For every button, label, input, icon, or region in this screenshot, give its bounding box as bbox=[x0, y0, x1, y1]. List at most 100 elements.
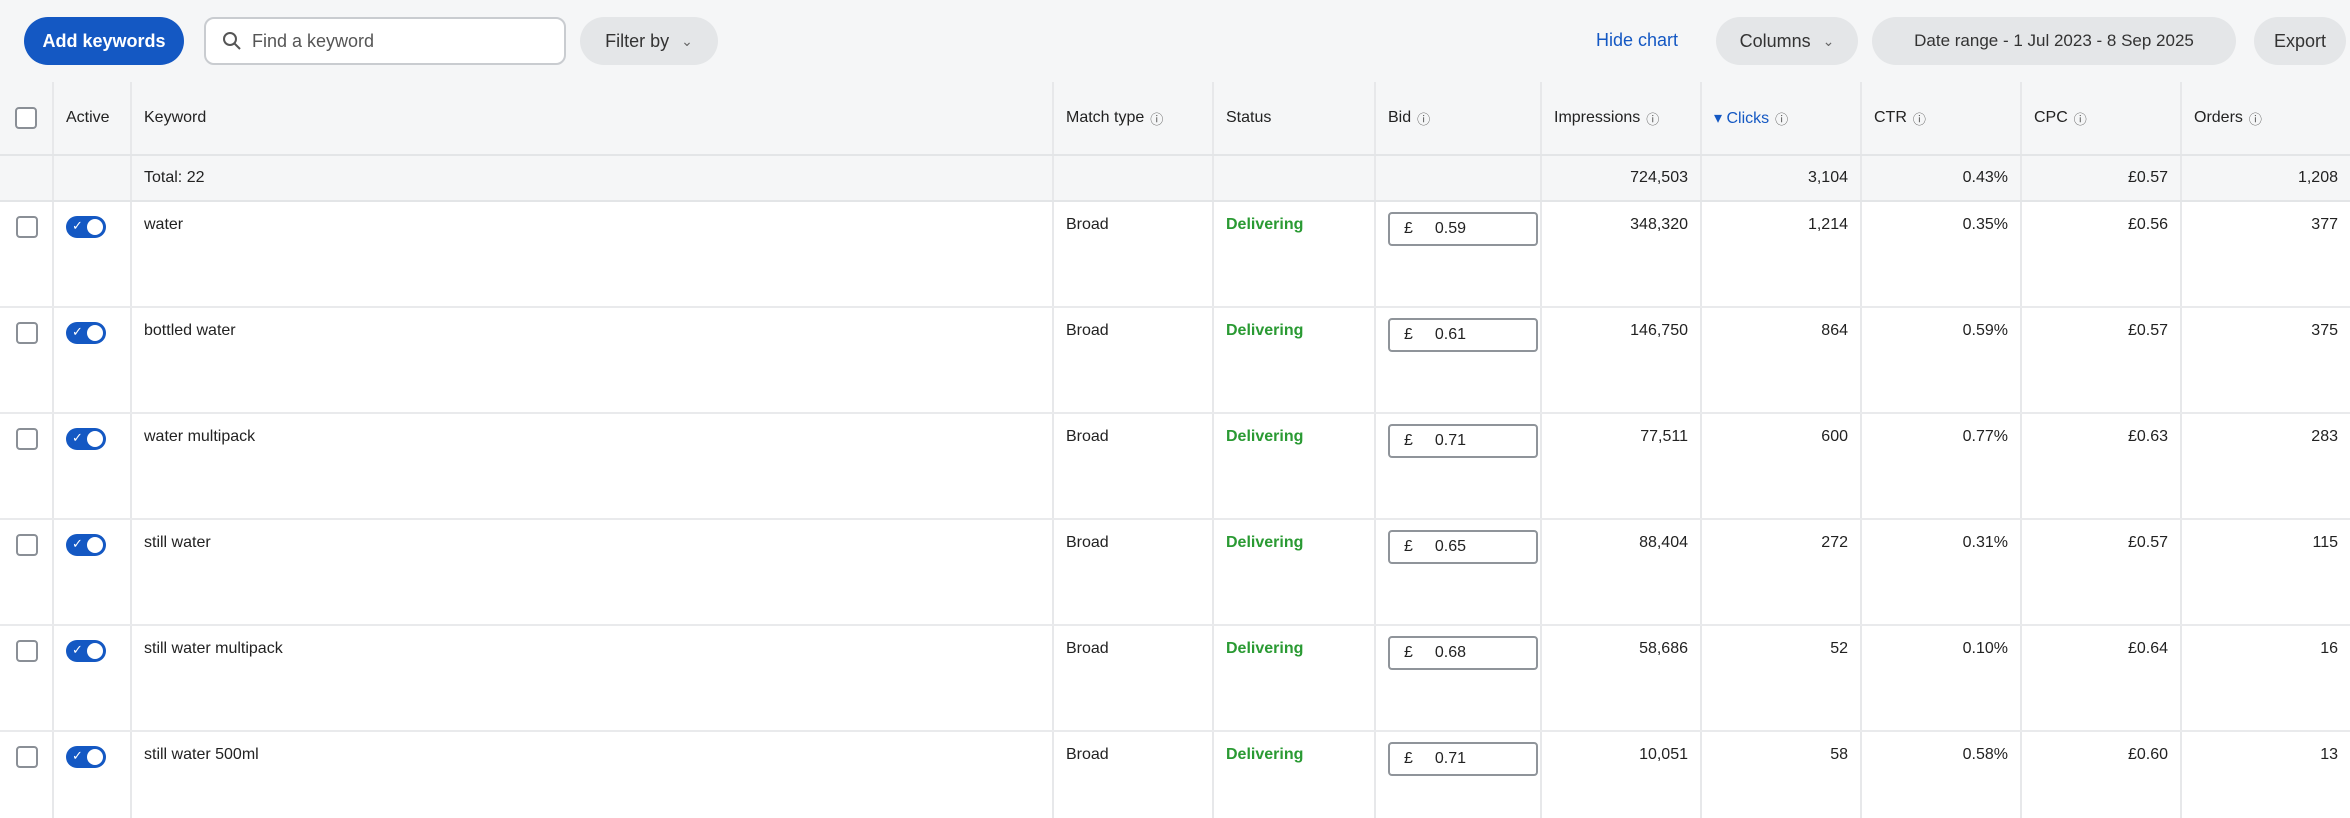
columns-button[interactable]: Columns ⌄ bbox=[1716, 17, 1858, 65]
header-orders[interactable]: Orders ⓘ bbox=[2182, 82, 2350, 154]
row-keyword: bottled water bbox=[132, 308, 1054, 412]
row-checkbox[interactable] bbox=[16, 322, 38, 344]
export-button[interactable]: Export bbox=[2254, 17, 2346, 65]
row-impressions: 348,320 bbox=[1542, 202, 1702, 306]
row-bid-cell: £0.71 bbox=[1376, 732, 1542, 818]
row-orders: 13 bbox=[2320, 746, 2338, 763]
active-toggle[interactable] bbox=[66, 216, 106, 238]
row-orders: 377 bbox=[2311, 216, 2338, 233]
status-label: Delivering bbox=[1226, 640, 1304, 657]
row-keyword: still water multipack bbox=[132, 626, 1054, 730]
bid-input[interactable]: £0.59 bbox=[1388, 212, 1538, 246]
row-bid-cell: £0.65 bbox=[1376, 520, 1542, 624]
bid-input[interactable]: £0.61 bbox=[1388, 318, 1538, 352]
header-cpc[interactable]: CPC ⓘ bbox=[2022, 82, 2182, 154]
row-select-cell bbox=[0, 308, 54, 412]
bid-value: 0.68 bbox=[1434, 644, 1467, 661]
search-input[interactable] bbox=[252, 30, 552, 52]
row-cpc: £0.64 bbox=[2022, 626, 2182, 730]
table-row: water multipack Broad Delivering £0.71 7… bbox=[0, 414, 2350, 520]
row-select-cell bbox=[0, 732, 54, 818]
add-keywords-button[interactable]: Add keywords bbox=[24, 17, 184, 65]
row-active-cell bbox=[54, 732, 132, 818]
status-label: Delivering bbox=[1226, 534, 1304, 551]
active-toggle[interactable] bbox=[66, 640, 106, 662]
row-match-type: Broad bbox=[1054, 732, 1214, 818]
select-all-cell bbox=[0, 82, 54, 154]
row-impressions: 10,051 bbox=[1542, 732, 1702, 818]
row-select-cell bbox=[0, 520, 54, 624]
info-icon[interactable]: ⓘ bbox=[1150, 109, 1163, 128]
currency-symbol: £ bbox=[1404, 538, 1413, 555]
row-checkbox[interactable] bbox=[16, 640, 38, 662]
filter-by-button[interactable]: Filter by ⌄ bbox=[580, 17, 718, 65]
bid-input[interactable]: £0.68 bbox=[1388, 636, 1538, 670]
row-checkbox[interactable] bbox=[16, 534, 38, 556]
bid-input[interactable]: £0.65 bbox=[1388, 530, 1538, 564]
row-ctr: 0.35% bbox=[1862, 202, 2022, 306]
status-label: Delivering bbox=[1226, 322, 1304, 339]
row-bid-cell: £0.61 bbox=[1376, 308, 1542, 412]
row-active-cell bbox=[54, 414, 132, 518]
status-label: Delivering bbox=[1226, 428, 1304, 445]
header-keyword[interactable]: Keyword bbox=[132, 82, 1054, 154]
header-match-type[interactable]: Match type ⓘ bbox=[1054, 82, 1214, 154]
active-toggle[interactable] bbox=[66, 428, 106, 450]
table-row: water Broad Delivering £0.59 348,320 1,2… bbox=[0, 202, 2350, 308]
header-ctr-label: CTR bbox=[1874, 109, 1907, 126]
row-clicks: 52 bbox=[1702, 626, 1862, 730]
row-cpc: £0.57 bbox=[2022, 520, 2182, 624]
header-active[interactable]: Active bbox=[54, 82, 132, 154]
row-clicks: 600 bbox=[1702, 414, 1862, 518]
header-bid[interactable]: Bid ⓘ bbox=[1376, 82, 1542, 154]
currency-symbol: £ bbox=[1404, 644, 1413, 661]
info-icon[interactable]: ⓘ bbox=[1913, 109, 1926, 128]
header-ctr[interactable]: CTR ⓘ bbox=[1862, 82, 2022, 154]
row-keyword: still water bbox=[132, 520, 1054, 624]
select-all-checkbox[interactable] bbox=[15, 107, 37, 129]
active-toggle[interactable] bbox=[66, 322, 106, 344]
row-ctr: 0.31% bbox=[1862, 520, 2022, 624]
date-range-button[interactable]: Date range - 1 Jul 2023 - 8 Sep 2025 bbox=[1872, 17, 2236, 65]
bid-value: 0.65 bbox=[1434, 538, 1467, 555]
row-status: Delivering bbox=[1214, 626, 1376, 730]
row-checkbox[interactable] bbox=[16, 216, 38, 238]
bid-value: 0.71 bbox=[1434, 432, 1467, 449]
chevron-down-icon: ⌄ bbox=[681, 32, 693, 49]
total-cpc: £0.57 bbox=[2022, 156, 2182, 200]
info-icon[interactable]: ⓘ bbox=[2074, 109, 2087, 128]
currency-symbol: £ bbox=[1404, 326, 1413, 343]
row-status: Delivering bbox=[1214, 308, 1376, 412]
active-toggle[interactable] bbox=[66, 534, 106, 556]
header-status[interactable]: Status bbox=[1214, 82, 1376, 154]
row-select-cell bbox=[0, 202, 54, 306]
info-icon[interactable]: ⓘ bbox=[1417, 109, 1430, 128]
row-active-cell bbox=[54, 308, 132, 412]
header-orders-label: Orders bbox=[2194, 109, 2243, 126]
row-ctr: 0.59% bbox=[1862, 308, 2022, 412]
info-icon[interactable]: ⓘ bbox=[1646, 109, 1659, 128]
row-status: Delivering bbox=[1214, 414, 1376, 518]
row-cpc: £0.63 bbox=[2022, 414, 2182, 518]
status-label: Delivering bbox=[1226, 746, 1304, 763]
total-row: Total: 22 724,503 3,104 0.43% £0.57 1,20… bbox=[0, 156, 2350, 202]
bid-value: 0.61 bbox=[1434, 326, 1467, 343]
hide-chart-link[interactable]: Hide chart bbox=[1596, 30, 1678, 51]
header-clicks[interactable]: ▾ Clicks ⓘ bbox=[1702, 82, 1862, 154]
info-icon[interactable]: ⓘ bbox=[2249, 109, 2262, 128]
row-checkbox[interactable] bbox=[16, 428, 38, 450]
bid-input[interactable]: £0.71 bbox=[1388, 424, 1538, 458]
row-orders: 283 bbox=[2311, 428, 2338, 445]
header-bid-label: Bid bbox=[1388, 109, 1412, 126]
row-checkbox[interactable] bbox=[16, 746, 38, 768]
table-row: still water multipack Broad Delivering £… bbox=[0, 626, 2350, 732]
active-toggle[interactable] bbox=[66, 746, 106, 768]
header-impressions[interactable]: Impressions ⓘ bbox=[1542, 82, 1702, 154]
currency-symbol: £ bbox=[1404, 220, 1413, 237]
row-impressions: 58,686 bbox=[1542, 626, 1702, 730]
info-icon[interactable]: ⓘ bbox=[1775, 109, 1788, 128]
keyword-search[interactable] bbox=[204, 17, 566, 65]
bid-input[interactable]: £0.71 bbox=[1388, 742, 1538, 776]
row-ctr: 0.58% bbox=[1862, 732, 2022, 818]
toolbar: Add keywords Filter by ⌄ Hide chart Colu… bbox=[0, 0, 2350, 82]
